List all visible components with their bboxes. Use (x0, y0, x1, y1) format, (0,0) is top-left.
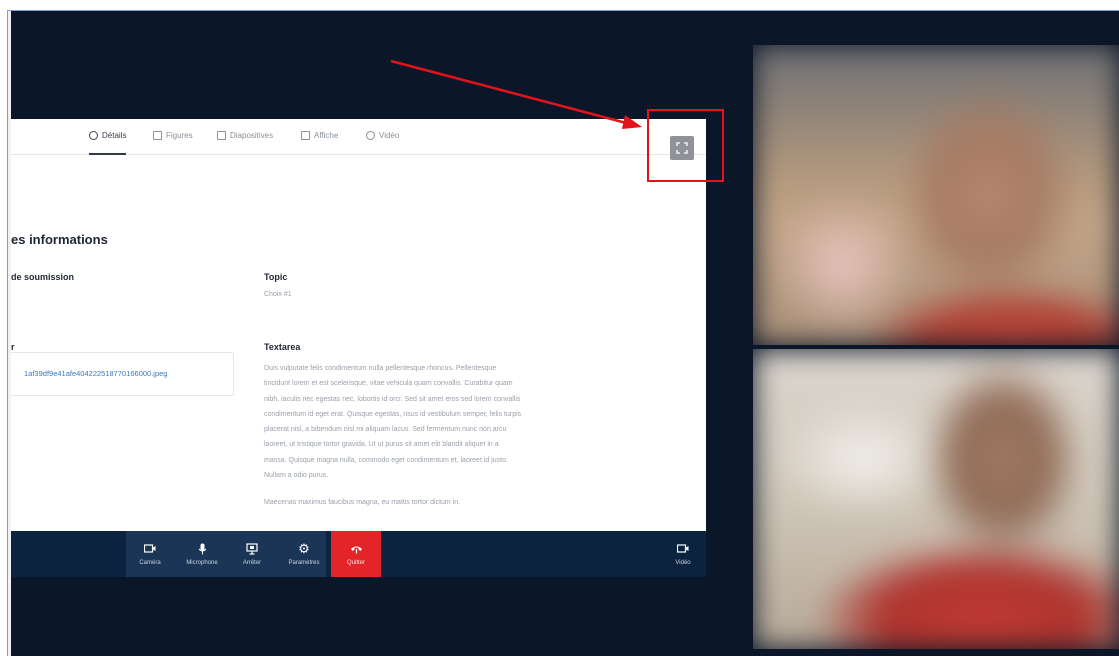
topic-value: Choix #1 (264, 291, 292, 298)
tab-details[interactable]: Détails (89, 131, 127, 155)
tab-figures-label: Figures (166, 131, 193, 140)
file-attachment[interactable]: 1af39df9e41afe40422251877016600​0.jpeg (11, 352, 234, 396)
file-label: r (11, 342, 15, 352)
quit-label: Quitter (346, 559, 365, 566)
tab-details-label: Détails (102, 131, 127, 140)
file-link[interactable]: 1af39df9e41afe40422251877016600​0.jpeg (24, 369, 167, 378)
participant-video-2 (753, 349, 1119, 649)
shared-document: Détails Figures Diapositives Affiche Vid… (11, 119, 706, 531)
tab-poster-label: Affiche (314, 131, 339, 140)
quit-button[interactable]: Quitter (331, 531, 381, 577)
tab-figures[interactable]: Figures (153, 131, 193, 155)
microphone-label: Microphone (186, 559, 218, 566)
camera-button[interactable]: Caméra (128, 531, 172, 577)
tab-poster[interactable]: Affiche (301, 131, 338, 155)
video-button[interactable]: Vidéo (661, 531, 705, 577)
video-camera-icon (676, 543, 690, 555)
camera-label: Caméra (139, 559, 161, 566)
section-title: es informations (11, 232, 108, 247)
microphone-button[interactable]: Microphone (180, 531, 224, 577)
video-label: Vidéo (675, 559, 691, 566)
poster-icon (301, 131, 310, 140)
control-group: Caméra Microphone Arrêter ⚙ Paramètres (126, 531, 326, 577)
textarea-paragraph-2: Maecenas maximus faucibus magna, eu matt… (264, 499, 461, 507)
call-control-bar: Caméra Microphone Arrêter ⚙ Paramètres Q… (11, 531, 706, 577)
textarea-content: Duis vulputate felis condimentum nulla p… (264, 361, 522, 511)
tab-video-label: Vidéo (379, 131, 400, 140)
image-icon (153, 131, 162, 140)
settings-label: Paramètres (288, 559, 320, 566)
monitor-icon (217, 131, 226, 140)
highlight-box (647, 109, 724, 182)
hang-up-icon (349, 543, 363, 555)
participant-video-1 (753, 45, 1119, 345)
submission-label: de soumission (11, 272, 75, 282)
topic-label: Topic (264, 272, 288, 282)
tab-video[interactable]: Vidéo (366, 131, 399, 155)
stop-share-button[interactable]: Arrêter (230, 531, 274, 577)
tab-slides[interactable]: Diapositives (217, 131, 273, 155)
gear-icon: ⚙ (298, 540, 310, 556)
play-circle-icon (366, 131, 375, 140)
textarea-label: Textarea (264, 342, 301, 352)
conference-screen: Détails Figures Diapositives Affiche Vid… (7, 10, 1119, 656)
tab-slides-label: Diapositives (230, 131, 274, 140)
textarea-paragraph-1: Duis vulputate felis condimentum nulla p… (264, 365, 522, 480)
screen-share-icon (245, 542, 259, 555)
settings-button[interactable]: ⚙ Paramètres (282, 531, 326, 577)
stop-label: Arrêter (242, 559, 262, 566)
microphone-icon (195, 543, 209, 555)
info-circle-icon (89, 131, 98, 140)
tab-bar: Détails Figures Diapositives Affiche Vid… (11, 119, 706, 155)
camera-icon (143, 543, 157, 555)
